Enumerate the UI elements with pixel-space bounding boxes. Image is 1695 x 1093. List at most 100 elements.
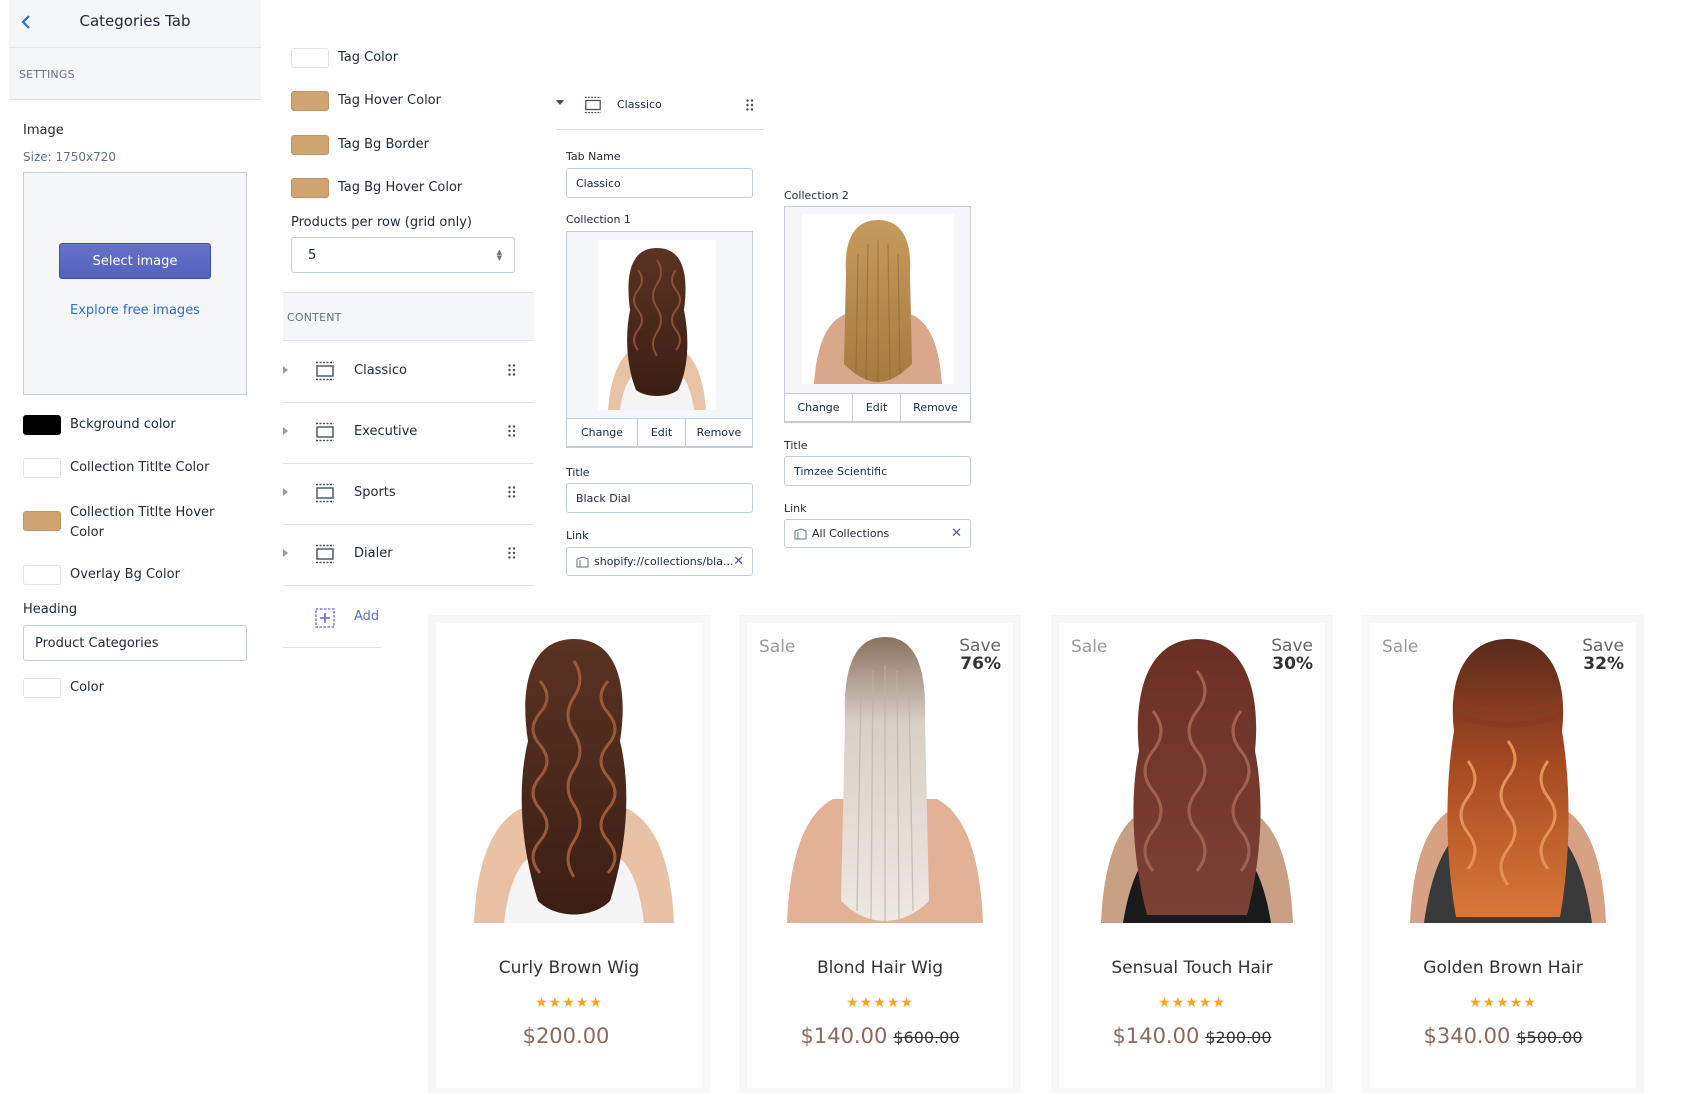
caret-down-icon[interactable] (556, 100, 564, 105)
block-editor-title: Classico (617, 98, 662, 111)
product-card[interactable]: Sale Save 30% Sensual Touch Hair ★★★★★ $1… (1051, 615, 1333, 1093)
heading-input[interactable]: Product Categories (23, 625, 247, 661)
panel-header: Categories Tab (9, 0, 261, 48)
color-label: Color (70, 680, 104, 695)
tag-bg-border-label: Tag Bg Border (338, 137, 430, 152)
content-label: CONTENT (287, 311, 342, 324)
overlay-bg-color-label: Overlay Bg Color (70, 567, 180, 582)
clear-link-icon[interactable]: ✕ (951, 527, 962, 540)
products-per-row-value: 5 (308, 247, 317, 263)
products-per-row-select[interactable]: 5 ▲ ▼ (291, 237, 515, 273)
caret-right-icon (283, 366, 288, 374)
drag-handle-icon[interactable] (508, 425, 516, 437)
caret-right-icon (283, 549, 288, 557)
collection1-actions: Change Edit Remove (566, 418, 753, 447)
product-card[interactable]: Sale Save 32% Golden Brown Hair ★★★★★ $34… (1362, 615, 1644, 1093)
block-label: Executive (354, 424, 418, 439)
block-item-dialer[interactable]: Dialer (283, 525, 534, 586)
background-color-label: Bckground color (70, 417, 176, 432)
edit-button[interactable]: Edit (638, 419, 686, 446)
block-item-classico[interactable]: Classico (283, 342, 534, 403)
straight-hair-image (814, 220, 942, 384)
section-icon (315, 483, 335, 503)
section-icon (315, 544, 335, 564)
change-button[interactable]: Change (567, 419, 638, 446)
block-item-sports[interactable]: Sports (283, 464, 534, 525)
link2-field[interactable]: All Collections ✕ (784, 519, 971, 548)
back-button[interactable] (17, 13, 35, 31)
add-block-button[interactable]: Add (283, 588, 381, 648)
block-editor-header: Classico (556, 84, 764, 130)
rating-stars-icon: ★★★★★ (1158, 995, 1226, 1011)
link2-value: All Collections (812, 527, 890, 540)
caret-right-icon (283, 488, 288, 496)
product-image[interactable] (1404, 631, 1612, 923)
tag-hover-color-swatch[interactable] (291, 91, 329, 111)
drag-handle-icon[interactable] (508, 486, 516, 498)
product-image[interactable] (1093, 631, 1301, 923)
link1-field[interactable]: shopify://collections/bla... ✕ (566, 547, 753, 576)
collection-icon (576, 556, 589, 568)
collection-title-color-label: Collection Titlte Color (70, 460, 210, 475)
page-title: Categories Tab (79, 12, 191, 30)
product-name[interactable]: Curly Brown Wig (436, 958, 702, 978)
image-size-hint: Size: 1750x720 (23, 150, 117, 164)
product-name[interactable]: Golden Brown Hair (1370, 958, 1636, 978)
collection-title-hover-color-swatch[interactable] (23, 511, 61, 531)
product-image[interactable] (781, 631, 989, 923)
product-price: $340.00 $500.00 (1423, 1024, 1583, 1048)
title1-input[interactable]: Black Dial (566, 483, 753, 513)
collection2-actions: Change Edit Remove (784, 393, 971, 422)
remove-button[interactable]: Remove (901, 394, 970, 421)
block-item-executive[interactable]: Executive (283, 403, 534, 464)
product-card[interactable]: Curly Brown Wig ★★★★★ $200.00 (428, 615, 710, 1093)
product-name[interactable]: Blond Hair Wig (747, 958, 1013, 978)
chevron-left-icon (21, 15, 30, 29)
product-image[interactable] (470, 631, 678, 923)
tag-hover-color-label: Tag Hover Color (338, 93, 441, 108)
title1-label: Title (566, 466, 590, 479)
section-icon (315, 422, 335, 442)
products-per-row-label: Products per row (grid only) (291, 215, 473, 230)
edit-button[interactable]: Edit (853, 394, 901, 421)
settings-section-header: SETTINGS (9, 48, 261, 100)
product-name[interactable]: Sensual Touch Hair (1059, 958, 1325, 978)
collection1-label: Collection 1 (566, 213, 631, 226)
product-card[interactable]: Sale Save 76% Blond Hair Wig ★★★★★ $140.0… (739, 615, 1021, 1093)
drag-handle-icon[interactable] (508, 364, 516, 376)
section-icon (584, 96, 602, 114)
title2-input[interactable]: Timzee Scientific (784, 456, 971, 486)
collection2-image (802, 214, 954, 384)
select-image-button[interactable]: Select image (59, 243, 211, 279)
collection-title-color-swatch[interactable] (23, 458, 61, 478)
collection2-image-picker: Change Edit Remove (784, 206, 971, 423)
select-arrows-icon: ▲ ▼ (496, 248, 502, 262)
tag-color-swatch[interactable] (291, 48, 329, 68)
title2-label: Title (784, 439, 808, 452)
clear-link-icon[interactable]: ✕ (733, 555, 744, 568)
overlay-bg-color-swatch[interactable] (23, 565, 61, 585)
image-picker: Select image Explore free images (23, 172, 247, 395)
product-price: $140.00 $600.00 (800, 1024, 960, 1048)
heading-label: Heading (23, 602, 78, 617)
rating-stars-icon: ★★★★★ (1469, 995, 1537, 1011)
tab-name-label: Tab Name (566, 150, 621, 163)
tag-color-label: Tag Color (338, 50, 399, 65)
tag-bg-border-swatch[interactable] (291, 135, 329, 155)
rating-stars-icon: ★★★★★ (846, 995, 914, 1011)
link1-label: Link (566, 529, 589, 542)
background-color-swatch[interactable] (23, 415, 61, 435)
drag-handle-icon[interactable] (508, 547, 516, 559)
remove-button[interactable]: Remove (686, 419, 752, 446)
color-swatch[interactable] (23, 678, 61, 698)
add-section-icon (315, 608, 335, 628)
change-button[interactable]: Change (785, 394, 853, 421)
section-icon (315, 361, 335, 381)
block-label: Classico (354, 363, 407, 378)
link1-value: shopify://collections/bla... (594, 555, 734, 568)
explore-free-images-link[interactable]: Explore free images (24, 303, 246, 318)
tag-bg-hover-color-swatch[interactable] (291, 178, 329, 198)
drag-handle-icon[interactable] (746, 99, 754, 111)
image-label: Image (23, 123, 64, 138)
tab-name-input[interactable]: Classico (566, 168, 753, 198)
